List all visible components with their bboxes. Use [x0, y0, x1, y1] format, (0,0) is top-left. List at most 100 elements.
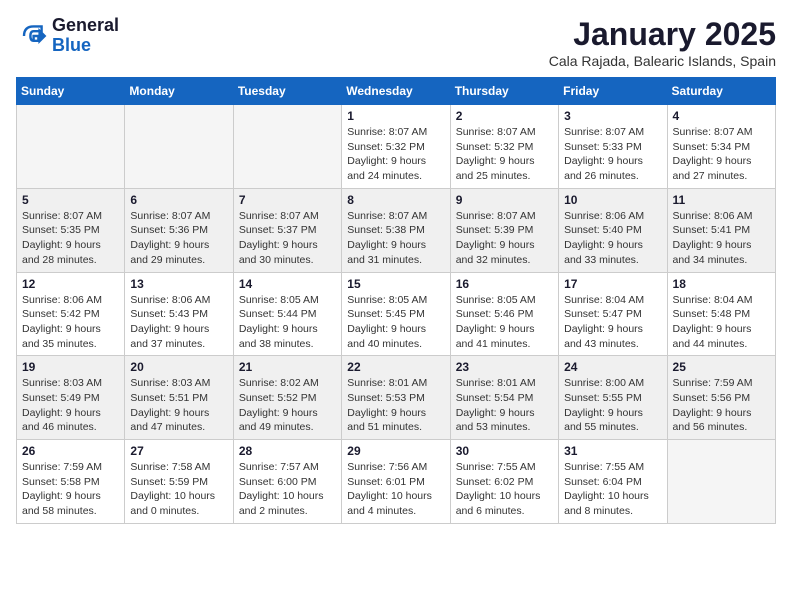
day-info: Sunrise: 8:05 AM Sunset: 5:46 PM Dayligh… — [456, 293, 553, 352]
day-number: 21 — [239, 360, 336, 374]
day-number: 6 — [130, 193, 227, 207]
day-info: Sunrise: 8:07 AM Sunset: 5:32 PM Dayligh… — [456, 125, 553, 184]
calendar-cell: 17 Sunrise: 8:04 AM Sunset: 5:47 PM Dayli… — [559, 272, 667, 356]
day-number: 31 — [564, 444, 661, 458]
calendar-cell: 11Sunrise: 8:06 AM Sunset: 5:41 PM Dayli… — [667, 188, 775, 272]
day-number: 27 — [130, 444, 227, 458]
day-info: Sunrise: 8:05 AM Sunset: 5:44 PM Dayligh… — [239, 293, 336, 352]
day-header-saturday: Saturday — [667, 78, 775, 105]
calendar-cell: 7 Sunrise: 8:07 AM Sunset: 5:37 PM Daylig… — [233, 188, 341, 272]
day-info: Sunrise: 8:06 AM Sunset: 5:41 PM Dayligh… — [673, 209, 770, 268]
day-number: 28 — [239, 444, 336, 458]
calendar-cell: 6 Sunrise: 8:07 AM Sunset: 5:36 PM Daylig… — [125, 188, 233, 272]
calendar-cell: 3Sunrise: 8:07 AM Sunset: 5:33 PM Daylig… — [559, 105, 667, 189]
calendar-cell: 4 Sunrise: 8:07 AM Sunset: 5:34 PM Daylig… — [667, 105, 775, 189]
day-number: 17 — [564, 277, 661, 291]
calendar-cell: 23 Sunrise: 8:01 AM Sunset: 5:54 PM Dayli… — [450, 356, 558, 440]
calendar: SundayMondayTuesdayWednesdayThursdayFrid… — [16, 77, 776, 524]
day-number: 19 — [22, 360, 119, 374]
day-info: Sunrise: 8:07 AM Sunset: 5:35 PM Dayligh… — [22, 209, 119, 268]
day-number: 13 — [130, 277, 227, 291]
calendar-cell — [17, 105, 125, 189]
day-info: Sunrise: 8:01 AM Sunset: 5:54 PM Dayligh… — [456, 376, 553, 435]
day-number: 18 — [673, 277, 770, 291]
calendar-cell: 25Sunrise: 7:59 AM Sunset: 5:56 PM Dayli… — [667, 356, 775, 440]
calendar-cell: 22 Sunrise: 8:01 AM Sunset: 5:53 PM Dayli… — [342, 356, 450, 440]
calendar-week-row: 5 Sunrise: 8:07 AM Sunset: 5:35 PM Daylig… — [17, 188, 776, 272]
calendar-week-row: 26 Sunrise: 7:59 AM Sunset: 5:58 PM Dayli… — [17, 440, 776, 524]
day-info: Sunrise: 8:07 AM Sunset: 5:32 PM Dayligh… — [347, 125, 444, 184]
day-info: Sunrise: 8:07 AM Sunset: 5:37 PM Dayligh… — [239, 209, 336, 268]
calendar-cell: 1 Sunrise: 8:07 AM Sunset: 5:32 PM Daylig… — [342, 105, 450, 189]
day-info: Sunrise: 7:59 AM Sunset: 5:56 PM Dayligh… — [673, 376, 770, 435]
day-info: Sunrise: 8:07 AM Sunset: 5:34 PM Dayligh… — [673, 125, 770, 184]
calendar-cell — [667, 440, 775, 524]
day-number: 29 — [347, 444, 444, 458]
calendar-cell: 31 Sunrise: 7:55 AM Sunset: 6:04 PM Dayli… — [559, 440, 667, 524]
day-info: Sunrise: 8:03 AM Sunset: 5:51 PM Dayligh… — [130, 376, 227, 435]
day-info: Sunrise: 7:59 AM Sunset: 5:58 PM Dayligh… — [22, 460, 119, 519]
day-header-monday: Monday — [125, 78, 233, 105]
calendar-cell: 10Sunrise: 8:06 AM Sunset: 5:40 PM Dayli… — [559, 188, 667, 272]
day-number: 22 — [347, 360, 444, 374]
day-number: 23 — [456, 360, 553, 374]
title-block: January 2025 Cala Rajada, Balearic Islan… — [549, 16, 776, 69]
day-info: Sunrise: 8:07 AM Sunset: 5:39 PM Dayligh… — [456, 209, 553, 268]
day-info: Sunrise: 8:02 AM Sunset: 5:52 PM Dayligh… — [239, 376, 336, 435]
day-header-friday: Friday — [559, 78, 667, 105]
calendar-cell: 12 Sunrise: 8:06 AM Sunset: 5:42 PM Dayli… — [17, 272, 125, 356]
day-header-wednesday: Wednesday — [342, 78, 450, 105]
logo-icon — [16, 20, 48, 52]
day-info: Sunrise: 8:01 AM Sunset: 5:53 PM Dayligh… — [347, 376, 444, 435]
calendar-week-row: 19Sunrise: 8:03 AM Sunset: 5:49 PM Dayli… — [17, 356, 776, 440]
day-number: 26 — [22, 444, 119, 458]
calendar-cell: 13 Sunrise: 8:06 AM Sunset: 5:43 PM Dayli… — [125, 272, 233, 356]
calendar-cell: 19Sunrise: 8:03 AM Sunset: 5:49 PM Dayli… — [17, 356, 125, 440]
month-title: January 2025 — [549, 16, 776, 53]
day-number: 14 — [239, 277, 336, 291]
calendar-header-row: SundayMondayTuesdayWednesdayThursdayFrid… — [17, 78, 776, 105]
calendar-week-row: 12 Sunrise: 8:06 AM Sunset: 5:42 PM Dayli… — [17, 272, 776, 356]
day-info: Sunrise: 7:57 AM Sunset: 6:00 PM Dayligh… — [239, 460, 336, 519]
day-number: 7 — [239, 193, 336, 207]
calendar-cell: 14 Sunrise: 8:05 AM Sunset: 5:44 PM Dayli… — [233, 272, 341, 356]
day-info: Sunrise: 7:55 AM Sunset: 6:04 PM Dayligh… — [564, 460, 661, 519]
day-number: 5 — [22, 193, 119, 207]
day-number: 20 — [130, 360, 227, 374]
day-header-sunday: Sunday — [17, 78, 125, 105]
day-number: 24 — [564, 360, 661, 374]
day-info: Sunrise: 8:00 AM Sunset: 5:55 PM Dayligh… — [564, 376, 661, 435]
day-number: 12 — [22, 277, 119, 291]
day-number: 4 — [673, 109, 770, 123]
calendar-cell: 26 Sunrise: 7:59 AM Sunset: 5:58 PM Dayli… — [17, 440, 125, 524]
day-number: 16 — [456, 277, 553, 291]
day-info: Sunrise: 7:55 AM Sunset: 6:02 PM Dayligh… — [456, 460, 553, 519]
day-number: 9 — [456, 193, 553, 207]
calendar-cell — [125, 105, 233, 189]
day-info: Sunrise: 8:04 AM Sunset: 5:47 PM Dayligh… — [564, 293, 661, 352]
calendar-cell: 30 Sunrise: 7:55 AM Sunset: 6:02 PM Dayli… — [450, 440, 558, 524]
day-info: Sunrise: 7:58 AM Sunset: 5:59 PM Dayligh… — [130, 460, 227, 519]
calendar-cell: 20 Sunrise: 8:03 AM Sunset: 5:51 PM Dayli… — [125, 356, 233, 440]
day-info: Sunrise: 8:07 AM Sunset: 5:33 PM Dayligh… — [564, 125, 661, 184]
day-header-tuesday: Tuesday — [233, 78, 341, 105]
day-number: 8 — [347, 193, 444, 207]
day-info: Sunrise: 8:07 AM Sunset: 5:36 PM Dayligh… — [130, 209, 227, 268]
day-info: Sunrise: 7:56 AM Sunset: 6:01 PM Dayligh… — [347, 460, 444, 519]
logo: General Blue — [16, 16, 119, 56]
day-number: 1 — [347, 109, 444, 123]
day-number: 2 — [456, 109, 553, 123]
calendar-cell: 2 Sunrise: 8:07 AM Sunset: 5:32 PM Daylig… — [450, 105, 558, 189]
calendar-cell: 28 Sunrise: 7:57 AM Sunset: 6:00 PM Dayli… — [233, 440, 341, 524]
calendar-cell: 16 Sunrise: 8:05 AM Sunset: 5:46 PM Dayli… — [450, 272, 558, 356]
day-number: 30 — [456, 444, 553, 458]
calendar-cell: 15Sunrise: 8:05 AM Sunset: 5:45 PM Dayli… — [342, 272, 450, 356]
calendar-cell: 9 Sunrise: 8:07 AM Sunset: 5:39 PM Daylig… — [450, 188, 558, 272]
day-info: Sunrise: 8:06 AM Sunset: 5:42 PM Dayligh… — [22, 293, 119, 352]
calendar-cell: 5 Sunrise: 8:07 AM Sunset: 5:35 PM Daylig… — [17, 188, 125, 272]
page-header: General Blue January 2025 Cala Rajada, B… — [16, 16, 776, 69]
day-info: Sunrise: 8:04 AM Sunset: 5:48 PM Dayligh… — [673, 293, 770, 352]
day-info: Sunrise: 8:07 AM Sunset: 5:38 PM Dayligh… — [347, 209, 444, 268]
calendar-cell: 8 Sunrise: 8:07 AM Sunset: 5:38 PM Daylig… — [342, 188, 450, 272]
day-info: Sunrise: 8:06 AM Sunset: 5:43 PM Dayligh… — [130, 293, 227, 352]
